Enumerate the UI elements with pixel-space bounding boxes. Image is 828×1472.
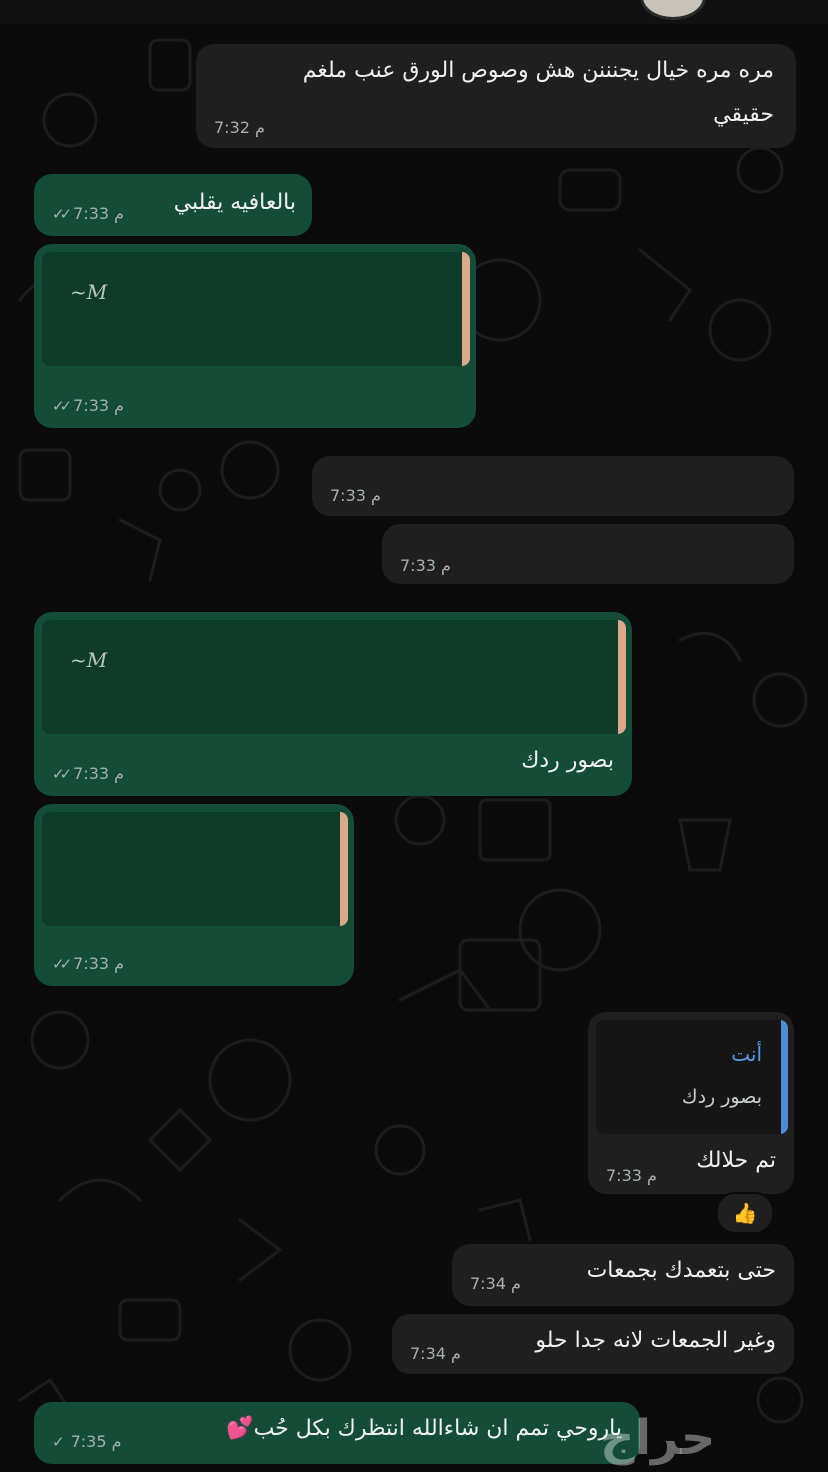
single-check-icon: ✓ xyxy=(52,1432,65,1451)
quote-bar xyxy=(340,812,348,926)
message-text: حتى بتعمدك بجمعات xyxy=(586,1258,776,1283)
watermark-logo: حراج xyxy=(600,1410,716,1466)
double-check-icon: ✓✓ xyxy=(52,204,72,223)
message-incoming[interactable]: 7:33 م xyxy=(382,524,794,584)
message-time-text: 7:33 م xyxy=(73,204,125,223)
quote-bar xyxy=(462,252,470,366)
message-time: 7:33 م xyxy=(400,556,451,575)
quoted-message[interactable] xyxy=(42,812,348,926)
message-time: 7:34 م xyxy=(410,1344,461,1363)
reply-bar xyxy=(781,1020,788,1134)
message-incoming[interactable]: وغير الجمعات لانه جدا حلو 7:34 م xyxy=(392,1314,794,1374)
quote-bar xyxy=(618,620,626,734)
reply-text: بصور ردك xyxy=(681,1086,762,1108)
message-time: ✓✓ 7:33 م xyxy=(52,764,124,783)
message-time: 7:34 م xyxy=(470,1274,521,1293)
double-check-icon: ✓✓ xyxy=(52,764,72,783)
message-text: ياروحي تمم ان شاءالله انتظرك بكل حُب💕 xyxy=(226,1416,622,1441)
message-text: بالعافيه يقلبي xyxy=(173,190,296,215)
double-check-icon: ✓✓ xyxy=(52,954,72,973)
message-time-text: 7:35 م xyxy=(70,1432,122,1451)
reply-preview[interactable]: أنت بصور ردك xyxy=(596,1020,788,1134)
message-outgoing[interactable]: ~M ✓✓ 7:33 م xyxy=(34,244,476,428)
message-incoming[interactable]: أنت بصور ردك تم حلالك 7:33 م xyxy=(588,1012,794,1194)
quote-author: ~M xyxy=(70,648,108,672)
quoted-message[interactable]: ~M xyxy=(42,252,470,366)
message-text: حقيقي xyxy=(713,102,774,127)
quoted-message[interactable]: ~M xyxy=(42,620,626,734)
message-time: 7:32 م xyxy=(214,118,265,137)
reply-author: أنت xyxy=(731,1042,762,1066)
reaction-thumbs-up-icon[interactable]: 👍 xyxy=(716,1192,774,1234)
message-time-text: 7:33 م xyxy=(73,396,125,415)
message-time: ✓✓ 7:33 م xyxy=(52,204,124,223)
message-time: ✓✓ 7:33 م xyxy=(52,954,124,973)
message-time: 7:33 م xyxy=(330,486,381,505)
message-text: بصور ردك xyxy=(521,748,614,773)
message-time-text: 7:33 م xyxy=(73,764,125,783)
message-incoming[interactable]: 7:33 م xyxy=(312,456,794,516)
message-incoming[interactable]: مره مره خيال يجنننن هش وصوص الورق عنب مل… xyxy=(196,44,796,148)
message-text: تم حلالك xyxy=(696,1148,776,1173)
message-time-text: 7:33 م xyxy=(73,954,125,973)
message-incoming[interactable]: حتى بتعمدك بجمعات 7:34 م xyxy=(452,1244,794,1306)
message-outgoing[interactable]: ~M بصور ردك ✓✓ 7:33 م xyxy=(34,612,632,796)
message-outgoing[interactable]: ✓✓ 7:33 م xyxy=(34,804,354,986)
message-text: وغير الجمعات لانه جدا حلو xyxy=(535,1328,776,1353)
double-check-icon: ✓✓ xyxy=(52,396,72,415)
quote-author: ~M xyxy=(70,280,108,304)
message-outgoing[interactable]: ياروحي تمم ان شاءالله انتظرك بكل حُب💕 ✓ … xyxy=(34,1402,640,1464)
message-time: ✓✓ 7:33 م xyxy=(52,396,124,415)
message-outgoing[interactable]: بالعافيه يقلبي ✓✓ 7:33 م xyxy=(34,174,312,236)
message-time: 7:33 م xyxy=(606,1166,657,1185)
message-time: ✓ 7:35 م xyxy=(52,1432,122,1451)
message-text: مره مره خيال يجنننن هش وصوص الورق عنب مل… xyxy=(302,58,774,83)
